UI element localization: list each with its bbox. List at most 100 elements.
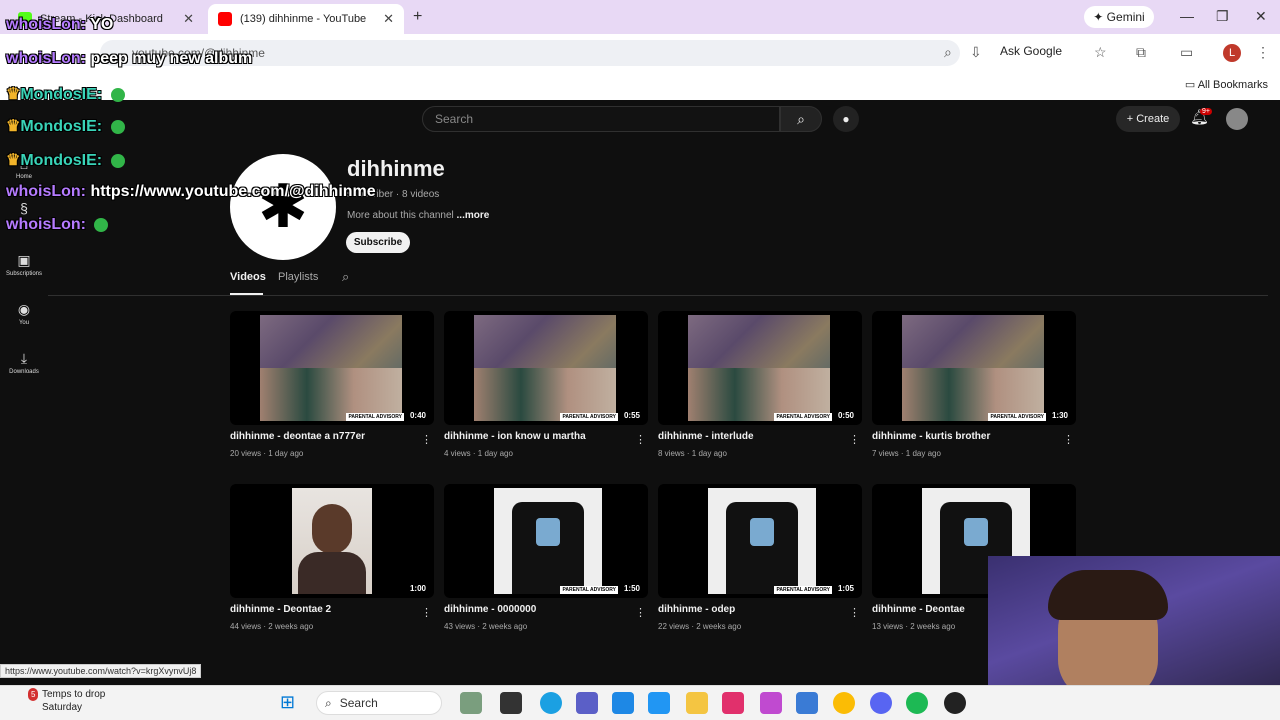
search-icon[interactable]: ⌕ [780,106,822,132]
thumbnail-image [292,488,372,594]
video-duration: 0:50 [837,411,854,420]
video-title[interactable]: dihhinme - odep [658,604,862,615]
video-options-icon[interactable]: ⋮ [635,606,646,619]
video-card[interactable]: PARENTAL ADVISORY 1:50 dihhinme - 0000000… [444,484,648,631]
video-options-icon[interactable]: ⋮ [1063,433,1074,446]
maximize-icon[interactable]: ❐ [1216,8,1229,25]
video-title[interactable]: dihhinme - deontae a n777er [230,431,434,442]
video-duration: 1:00 [409,584,426,593]
video-title[interactable]: dihhinme - Deontae 2 [230,604,434,615]
video-card[interactable]: PARENTAL ADVISORY 1:30 dihhinme - kurtis … [872,311,1076,458]
chrome-app-icon[interactable] [833,692,855,714]
video-title[interactable]: dihhinme - interlude [658,431,862,442]
subscribe-button[interactable]: Subscribe [346,232,410,253]
video-options-icon[interactable]: ⋮ [421,433,432,446]
chat-text: https://www.youtube.com/@dihhinme [90,183,376,200]
video-title[interactable]: dihhinme - 0000000 [444,604,648,615]
video-thumbnail[interactable]: PARENTAL ADVISORY 0:50 [658,311,862,425]
menu-kebab-icon[interactable]: ⋮ [1256,44,1270,61]
video-thumbnail[interactable]: PARENTAL ADVISORY 1:30 [872,311,1076,425]
channel-avatar[interactable]: ✱ [230,154,336,260]
tab-search-icon[interactable]: ▭ [1180,44,1193,61]
tab-videos[interactable]: Videos [230,271,266,283]
account-avatar[interactable] [1226,108,1248,130]
video-card[interactable]: PARENTAL ADVISORY 0:40 dihhinme - deontae… [230,311,434,458]
store-app-icon[interactable] [612,692,634,714]
spotify-app-icon[interactable] [906,692,928,714]
copilot-app-icon[interactable] [760,692,782,714]
thumbnail-image [474,315,616,421]
discord-app-icon[interactable] [870,692,892,714]
shorts-icon: § [20,200,28,216]
install-icon[interactable]: ⇩ [970,44,982,61]
weather-widget[interactable]: 5 Temps to drop Saturday [20,688,105,714]
close-window-icon[interactable]: ✕ [1255,8,1267,25]
minimize-icon[interactable]: — [1180,8,1194,24]
video-options-icon[interactable]: ⋮ [849,433,860,446]
video-duration: 1:50 [623,584,640,593]
video-thumbnail[interactable]: 1:00 [230,484,434,598]
crown-badge-icon: ♛ [6,152,21,169]
chat-message: ♛MondosIE: [6,84,125,104]
channel-name: dihhinme [347,156,445,181]
more-link[interactable]: ...more [457,210,490,221]
create-button[interactable]: + Create [1116,106,1180,132]
app-icon[interactable] [796,692,818,714]
sidebar-item-you[interactable]: ◉ You [0,301,48,326]
terminal-app-icon[interactable] [500,692,522,714]
ask-google-button[interactable]: Ask Google [1000,44,1062,58]
tab-youtube[interactable]: (139) dihhinme - YouTube ✕ [208,4,404,34]
video-card[interactable]: PARENTAL ADVISORY 0:55 dihhinme - ion kno… [444,311,648,458]
parental-advisory-label: PARENTAL ADVISORY [346,413,404,421]
emote-icon [110,87,125,102]
video-options-icon[interactable]: ⋮ [421,606,432,619]
video-card[interactable]: PARENTAL ADVISORY 1:05 dihhinme - odep 22… [658,484,862,631]
channel-about[interactable]: More about this channel ...more [347,210,489,221]
file-explorer-icon[interactable] [686,692,708,714]
tab-playlists[interactable]: Playlists [278,271,318,283]
status-bar-url: https://www.youtube.com/watch?v=krgXvynv… [0,664,202,678]
sidebar-item-subscriptions[interactable]: ▣ Subscriptions [0,252,48,277]
video-card[interactable]: PARENTAL ADVISORY 0:50 dihhinme - interlu… [658,311,862,458]
app-icon[interactable] [648,692,670,714]
taskview-app-icon[interactable] [460,692,482,714]
video-thumbnail[interactable]: PARENTAL ADVISORY 0:55 [444,311,648,425]
download-icon: ⤓ [20,350,28,366]
gemini-button[interactable]: ✦ Gemini [1084,6,1154,28]
teams-app-icon[interactable] [576,692,598,714]
profile-avatar[interactable]: L [1223,44,1241,62]
new-tab-button[interactable]: + [413,8,422,26]
close-tab-icon[interactable]: ✕ [383,11,394,27]
bookmark-star-icon[interactable]: ☆ [1094,44,1107,61]
obs-app-icon[interactable] [944,692,966,714]
video-options-icon[interactable]: ⋮ [635,433,646,446]
video-meta: 20 views · 1 day ago [230,449,304,458]
sidebar-item-label: Home [15,174,32,180]
taskbar-search[interactable]: ⌕ Search [316,691,442,715]
all-bookmarks-button[interactable]: ▭ All Bookmarks [1185,78,1268,91]
video-duration: 0:40 [409,411,426,420]
extensions-icon[interactable]: ⧉ [1136,44,1146,61]
sidebar-item-downloads[interactable]: ⤓ Downloads [0,350,48,375]
zoom-icon[interactable]: ⌕ [944,44,952,61]
parental-advisory-label: PARENTAL ADVISORY [774,586,832,594]
video-thumbnail[interactable]: PARENTAL ADVISORY 1:05 [658,484,862,598]
channel-search-icon[interactable]: ⌕ [342,269,349,285]
video-title[interactable]: dihhinme - kurtis brother [872,431,1076,442]
close-tab-icon[interactable]: ✕ [183,11,194,27]
video-thumbnail[interactable]: PARENTAL ADVISORY 1:50 [444,484,648,598]
video-card[interactable]: 1:00 dihhinme - Deontae 2 44 views · 2 w… [230,484,434,631]
instagram-app-icon[interactable] [722,692,744,714]
search-input[interactable]: Search [422,106,780,132]
parental-advisory-label: PARENTAL ADVISORY [560,413,618,421]
edge-app-icon[interactable] [540,692,562,714]
video-title[interactable]: dihhinme - ion know u martha [444,431,648,442]
microphone-icon[interactable]: ● [833,106,859,132]
sidebar-item-label: You [18,320,30,326]
video-thumbnail[interactable]: PARENTAL ADVISORY 0:40 [230,311,434,425]
chat-username: whoisLon: [6,16,86,33]
windows-start-icon[interactable]: ⊞ [280,692,295,713]
youtube-favicon-icon [218,12,232,26]
video-meta: 44 views · 2 weeks ago [230,622,314,631]
video-options-icon[interactable]: ⋮ [849,606,860,619]
